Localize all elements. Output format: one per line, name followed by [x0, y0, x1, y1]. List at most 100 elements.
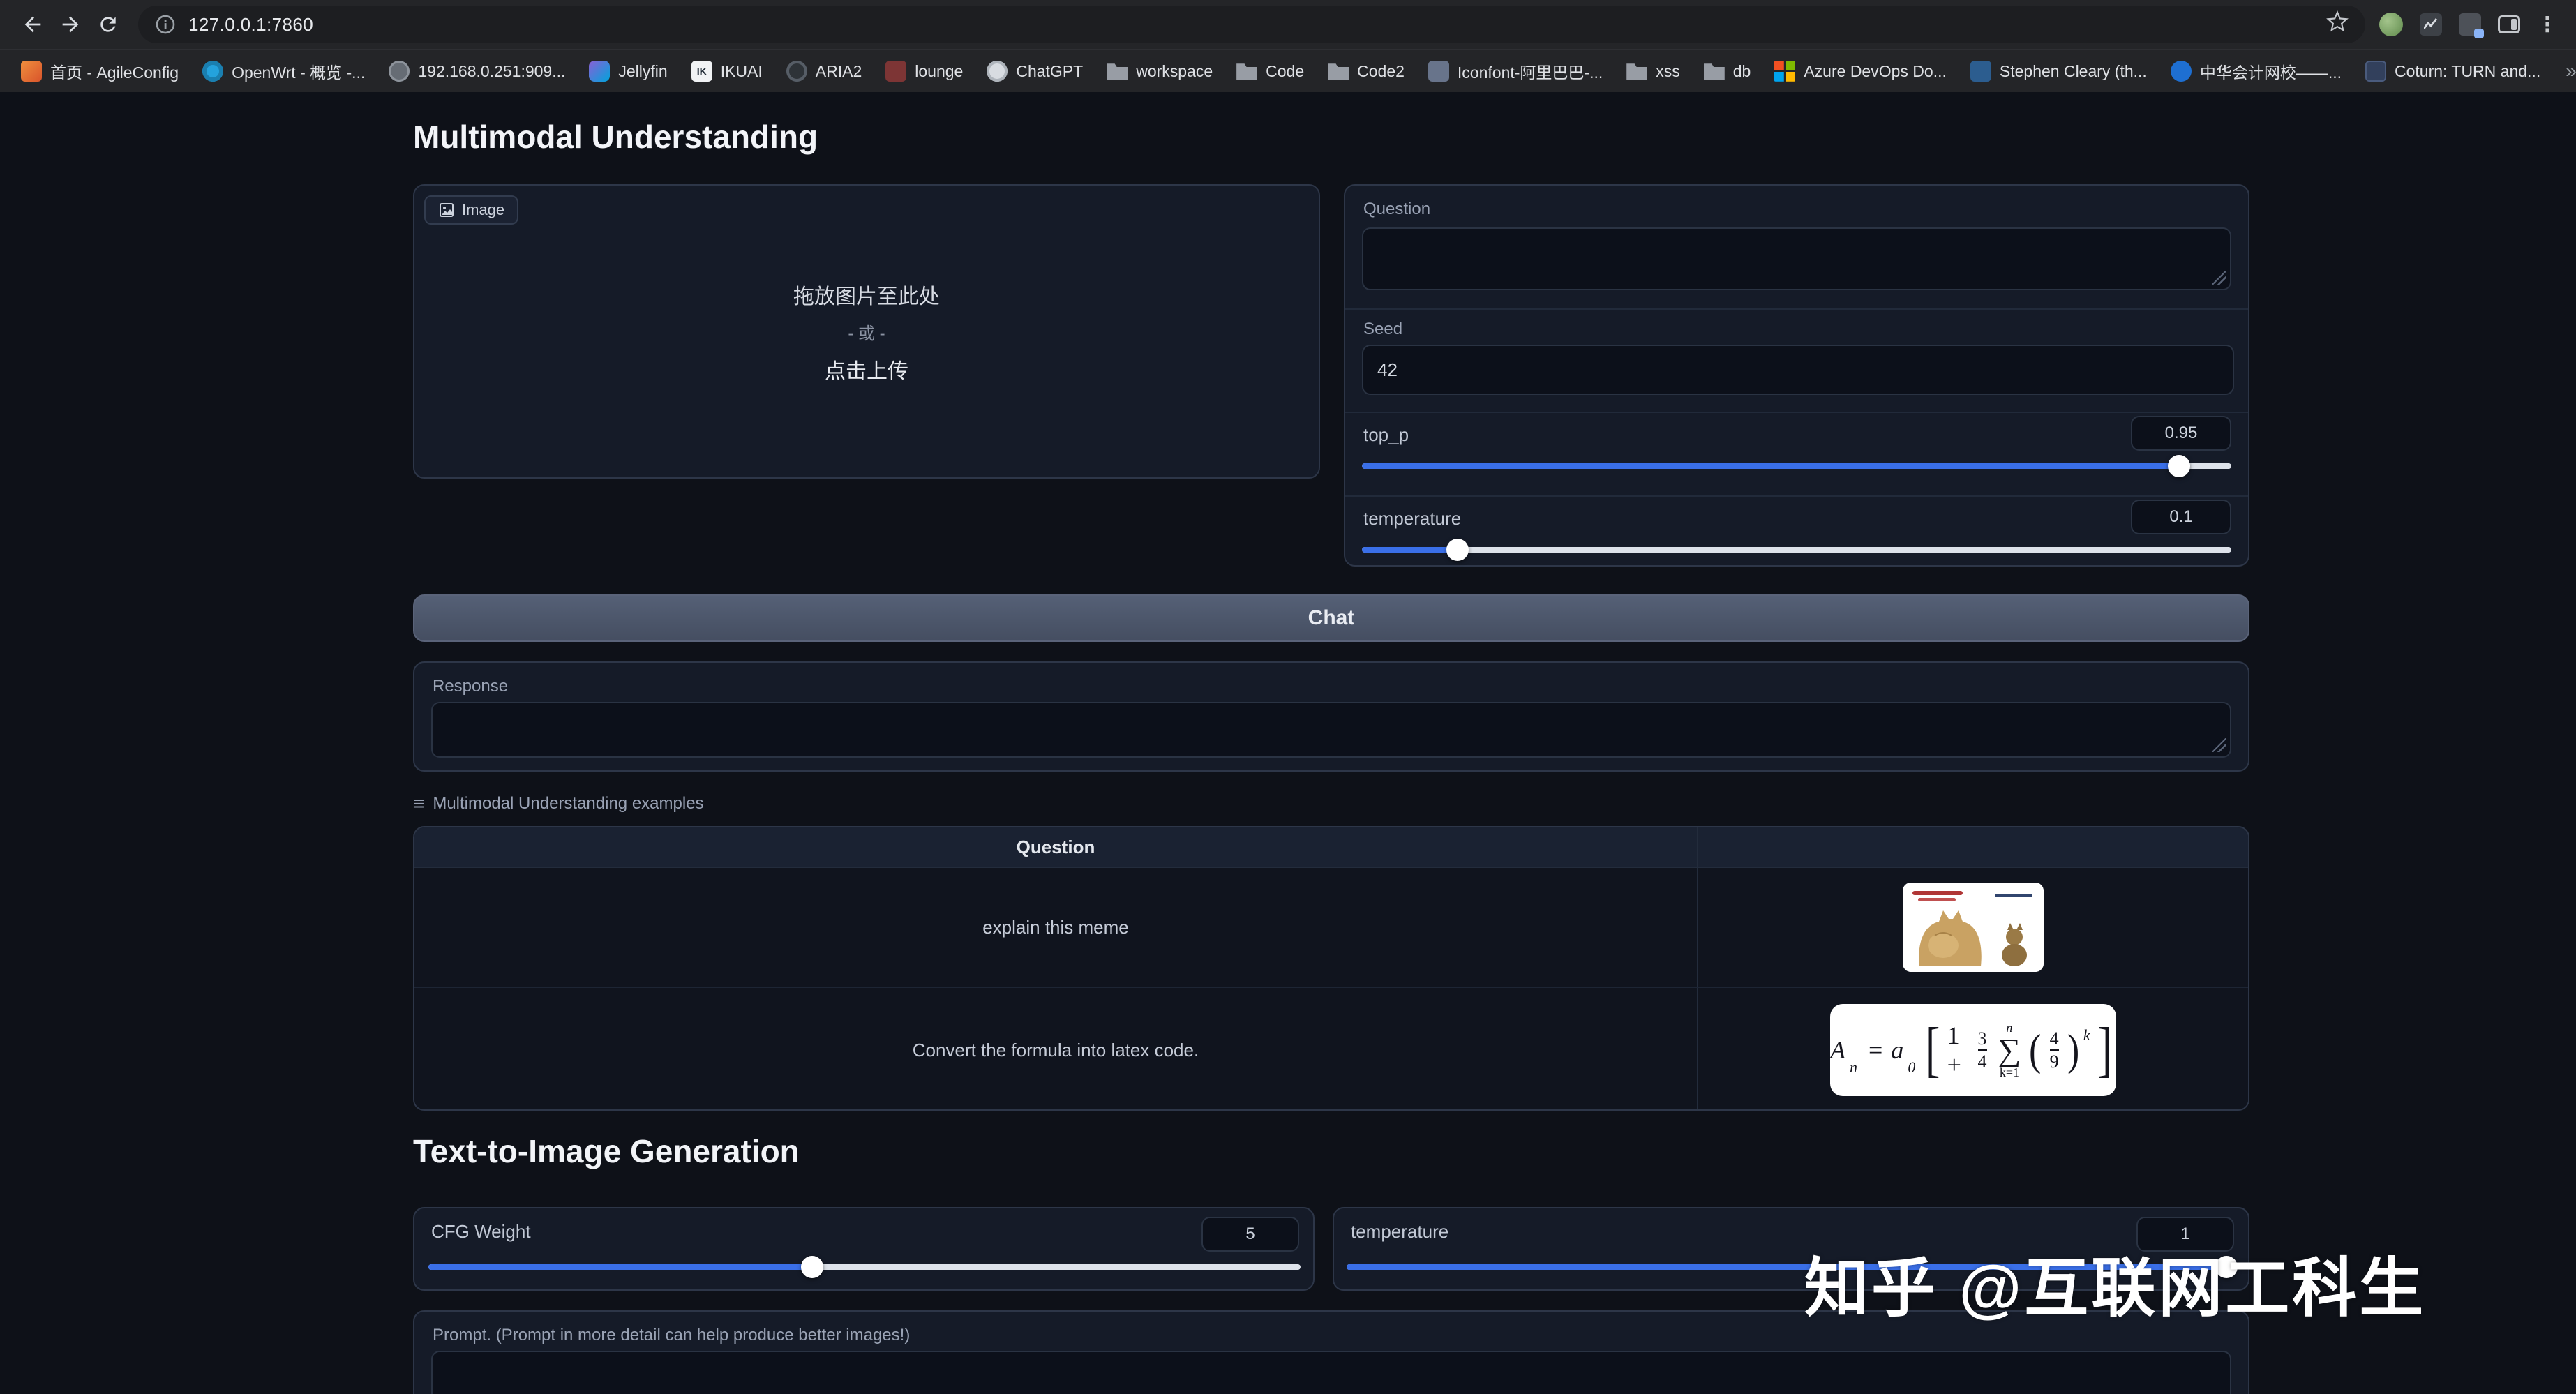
cfg-weight-value[interactable]: [1201, 1217, 1299, 1252]
examples-icon: [413, 793, 424, 815]
latex-formula: An = a0 [ 1 + 34 n ∑ k=1 ( 49 ) k]: [1830, 1016, 2113, 1084]
bookmark-label: Code: [1266, 61, 1305, 80]
image-upload-dropzone[interactable]: Image 拖放图片至此处 - 或 - 点击上传: [413, 184, 1320, 479]
bookmark-label: db: [1732, 61, 1751, 80]
aria2-favicon: [786, 61, 807, 82]
bookmark-label: xss: [1656, 61, 1680, 80]
side-panel-icon[interactable]: [2498, 15, 2520, 33]
folder-icon: [1328, 63, 1349, 80]
examples-caption-text: Multimodal Understanding examples: [433, 794, 704, 813]
temperature-value[interactable]: [2131, 500, 2231, 534]
bookmark-label: Azure DevOps Do...: [1804, 61, 1947, 80]
temperature-label: temperature: [1363, 508, 1462, 529]
t2i-temperature-label: temperature: [1351, 1221, 1449, 1242]
prompt-label: Prompt. (Prompt in more detail can help …: [433, 1326, 911, 1344]
bookmark-jellyfin[interactable]: Jellyfin: [579, 54, 677, 88]
stephen-cleary-favicon: [1970, 61, 1991, 82]
folder-icon: [1107, 63, 1128, 80]
bookmark-iconfont[interactable]: Iconfont-阿里巴巴-...: [1418, 54, 1612, 88]
extension-badge-icon[interactable]: [2459, 13, 2484, 38]
bookmark-label: IKUAI: [720, 61, 763, 80]
prompt-textarea[interactable]: [433, 1352, 2230, 1394]
bookmark-folder-workspace[interactable]: workspace: [1097, 54, 1222, 88]
examples-caption: Multimodal Understanding examples: [413, 793, 704, 815]
bookmark-folder-xss[interactable]: xss: [1617, 54, 1690, 88]
bookmark-aria2[interactable]: ARIA2: [777, 54, 871, 88]
forward-button[interactable]: [52, 6, 89, 43]
examples-table: Question explain this meme Convert the f…: [413, 826, 2249, 1111]
bookmark-folder-code2[interactable]: Code2: [1318, 54, 1414, 88]
bookmark-folder-code[interactable]: Code: [1227, 54, 1314, 88]
forward-icon: [62, 16, 79, 33]
bookmark-label: Coturn: TURN and...: [2395, 61, 2541, 80]
folder-icon: [1703, 63, 1725, 80]
bookmark-stephen-cleary[interactable]: Stephen Cleary (th...: [1961, 54, 2157, 88]
bookmark-star-icon[interactable]: [2326, 10, 2349, 38]
site-info-icon[interactable]: [155, 14, 176, 35]
example-row-meme[interactable]: explain this meme: [414, 868, 2248, 988]
back-button[interactable]: [14, 6, 52, 43]
bookmark-chatgpt[interactable]: ChatGPT: [977, 54, 1093, 88]
response-textarea[interactable]: [433, 703, 2230, 756]
bookmarks-bar: 首页 - AgileConfig OpenWrt - 概览 -... 192.1…: [0, 49, 2576, 92]
bookmark-chinaacc[interactable]: 中华会计网校——...: [2161, 54, 2351, 88]
seed-input[interactable]: [1362, 345, 2234, 395]
bookmarks-overflow-chevron-icon[interactable]: [2554, 60, 2576, 82]
bookmark-label: Code2: [1357, 61, 1405, 80]
bookmark-ip-address[interactable]: 192.168.0.251:909...: [379, 54, 575, 88]
bookmark-ikuai[interactable]: IKUAI: [682, 54, 772, 88]
example-row-formula[interactable]: Convert the formula into latex code. An …: [414, 988, 2248, 1109]
bookmark-azure-devops[interactable]: Azure DevOps Do...: [1765, 54, 1956, 88]
chat-button[interactable]: Chat: [413, 594, 2249, 642]
question-textarea-wrap: [1362, 227, 2231, 290]
bookmark-coturn[interactable]: Coturn: TURN and...: [2356, 54, 2550, 88]
examples-header-row: Question: [414, 827, 2248, 868]
t2i-title: Text-to-Image Generation: [413, 1133, 800, 1169]
bookmark-openwrt[interactable]: OpenWrt - 概览 -...: [193, 54, 375, 88]
chatgpt-favicon: [987, 61, 1008, 82]
ikuai-favicon: [691, 61, 712, 82]
bookmark-label: ChatGPT: [1016, 61, 1084, 80]
top-p-value[interactable]: [2131, 416, 2231, 451]
drop-instructions: 拖放图片至此处 - 或 - 点击上传: [414, 186, 1319, 477]
iconfont-favicon: [1428, 61, 1449, 82]
slider-handle[interactable]: [1446, 539, 1469, 561]
slider-handle[interactable]: [2168, 455, 2191, 477]
bookmark-folder-db[interactable]: db: [1694, 54, 1761, 88]
bookmark-label: 192.168.0.251:909...: [418, 61, 566, 80]
bookmark-label: workspace: [1136, 61, 1213, 80]
cfg-weight-slider[interactable]: [428, 1254, 1301, 1280]
lounge-favicon: [885, 61, 907, 82]
example-image-cell: [1697, 868, 2248, 987]
top-p-slider[interactable]: [1362, 454, 2231, 479]
watermark: 知乎 @互联网工科生: [1804, 1253, 2427, 1324]
bookmark-label: Iconfont-阿里巴巴-...: [1457, 63, 1603, 82]
openwrt-favicon: [202, 61, 224, 82]
question-textarea[interactable]: [1363, 229, 2230, 289]
address-bar[interactable]: 127.0.0.1:7860: [138, 6, 2365, 43]
bookmark-agileconfig[interactable]: 首页 - AgileConfig: [11, 54, 188, 88]
cfg-weight-label: CFG Weight: [431, 1221, 531, 1242]
examples-header-question: Question: [1016, 836, 1095, 857]
bookmark-label: ARIA2: [815, 61, 862, 80]
globe-favicon: [389, 61, 410, 82]
chinaacc-favicon: [2170, 61, 2192, 82]
browser-window: 127.0.0.1:7860 首页 - AgileConfig OpenWrt …: [0, 0, 2576, 1394]
bookmark-label: 中华会计网校——...: [2199, 63, 2342, 82]
prompt-textarea-wrap: [431, 1351, 2231, 1394]
menu-icon[interactable]: [2537, 13, 2556, 37]
browser-toolbar: 127.0.0.1:7860: [0, 0, 2576, 49]
temperature-slider[interactable]: [1362, 537, 2231, 562]
extension-icon[interactable]: [2420, 13, 2442, 36]
formula-thumbnail: An = a0 [ 1 + 34 n ∑ k=1 ( 49 ) k]: [1830, 1004, 2116, 1096]
azure-favicon: [1774, 61, 1796, 82]
slider-track: [1362, 547, 2231, 553]
url-text: 127.0.0.1:7860: [188, 13, 314, 35]
click-to-upload-link[interactable]: 点击上传: [825, 354, 908, 384]
bookmark-lounge[interactable]: lounge: [876, 54, 973, 88]
response-textarea-wrap: [431, 702, 2231, 758]
profile-avatar[interactable]: [2379, 13, 2403, 36]
cfg-weight-block: CFG Weight: [413, 1207, 1315, 1291]
slider-handle[interactable]: [801, 1256, 823, 1278]
reload-button[interactable]: [89, 6, 127, 43]
